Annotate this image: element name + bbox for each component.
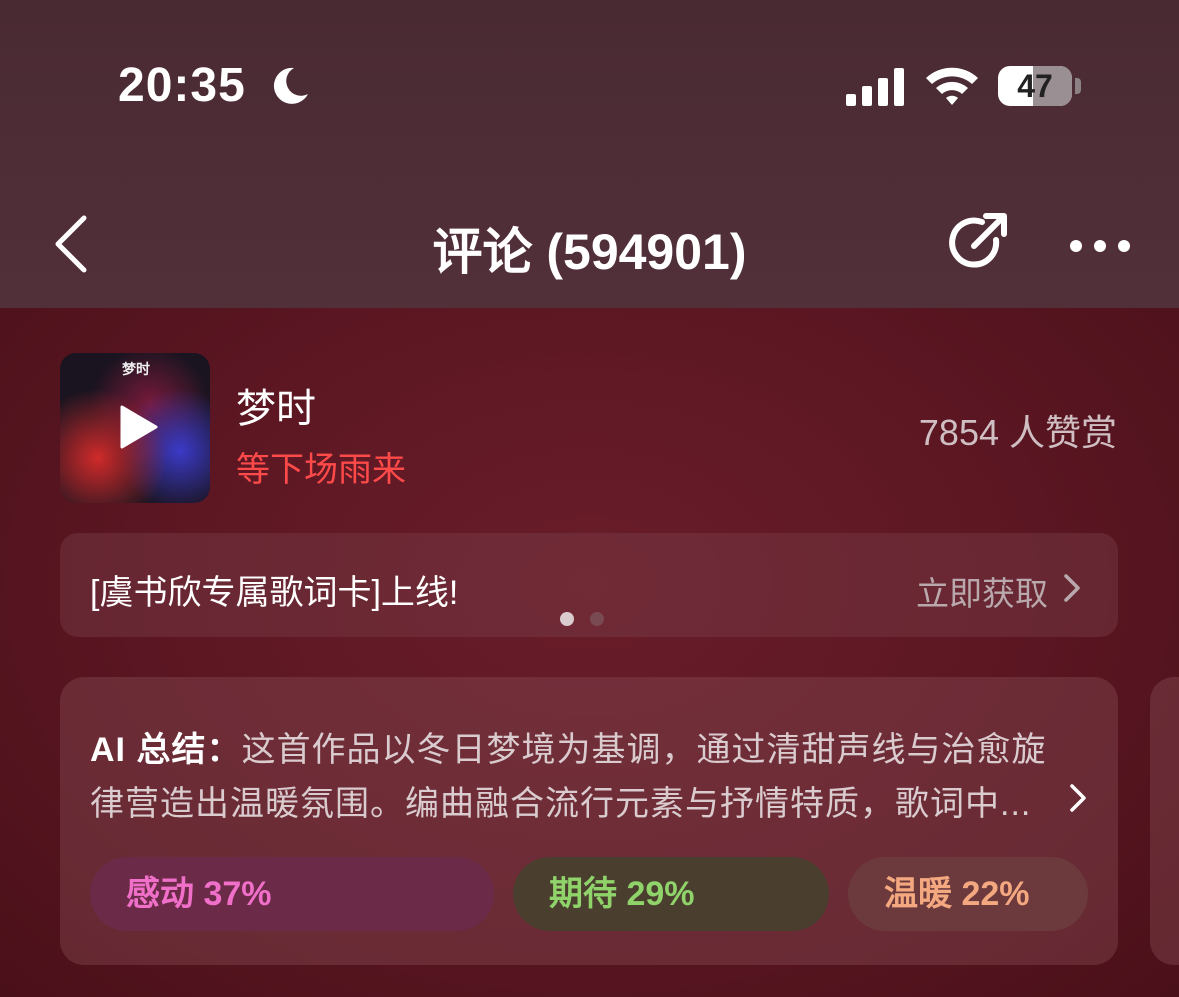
emotion-tag-moved[interactable]: 感动 37% (90, 857, 494, 931)
song-title[interactable]: 梦时 (236, 376, 316, 434)
battery-cap (1075, 78, 1081, 94)
battery-indicator: 47 (998, 66, 1072, 106)
banner-text: [虞书欣专属歌词卡]上线! (90, 574, 459, 612)
pagination-dot (590, 612, 604, 626)
moon-icon (268, 64, 312, 113)
pagination-dot (560, 612, 574, 626)
chevron-right-icon[interactable] (1062, 573, 1082, 608)
emotion-tag-anticipation[interactable]: 期待 29% (513, 857, 829, 931)
status-time: 20:35 (118, 59, 246, 112)
share-icon[interactable] (944, 210, 1010, 281)
chevron-right-icon[interactable] (1068, 783, 1088, 818)
play-icon[interactable] (118, 405, 158, 454)
song-artist[interactable]: 等下场雨来 (236, 442, 406, 491)
praise-count[interactable]: 7854 人赞赏 (919, 404, 1117, 456)
signal-icon (846, 68, 906, 113)
promo-banner[interactable]: [虞书欣专属歌词卡]上线! 立即获取 (60, 533, 1118, 637)
emotion-tag-warmth[interactable]: 温暖 22% (848, 857, 1088, 931)
more-icon[interactable] (1068, 238, 1132, 259)
ai-summary-label: AI 总结： (90, 731, 242, 769)
cover-title-text: 梦时 (122, 361, 150, 377)
ai-summary-text: AI 总结：这首作品以冬日梦境为基调，通过清甜声线与治愈旋律营造出温暖氛围。编曲… (90, 723, 1065, 831)
album-cover[interactable]: 梦时 (60, 353, 210, 503)
wifi-icon (924, 64, 980, 113)
battery-level-text: 47 (1017, 68, 1053, 104)
next-card-peek[interactable] (1150, 677, 1179, 965)
ai-summary-card[interactable]: AI 总结：这首作品以冬日梦境为基调，通过清甜声线与治愈旋律营造出温暖氛围。编曲… (60, 677, 1118, 965)
banner-action-link[interactable]: 立即获取 (916, 567, 1048, 615)
